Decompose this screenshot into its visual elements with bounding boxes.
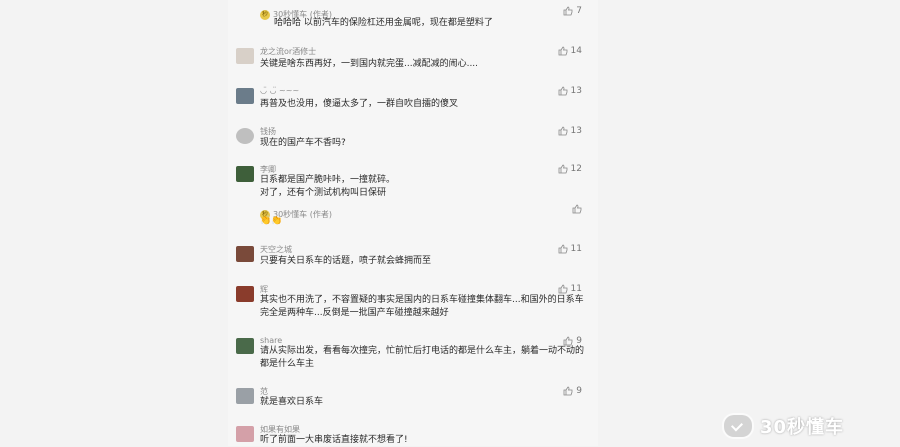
like-count: 9 (576, 386, 582, 396)
like-button[interactable]: 13 (558, 86, 582, 96)
like-button[interactable]: 13 (558, 126, 582, 136)
comment-text: 现在的国产车不香吗? (260, 138, 346, 148)
comment-author[interactable]: ◡̈ ◡̈ ~~~ (260, 86, 299, 95)
comment-author[interactable]: 天空之城 (260, 244, 292, 255)
comment-text: 其实也不用洗了，不容置疑的事实是国内的日系车碰撞集体翻车...和国外的日系车 完… (260, 295, 584, 318)
like-count: 11 (570, 284, 582, 294)
like-button[interactable]: 12 (558, 164, 582, 174)
like-count: 9 (576, 336, 582, 346)
like-count: 12 (570, 164, 582, 174)
comment-text: 就是喜欢日系车 (260, 397, 324, 407)
thumbs-up-icon (558, 126, 567, 136)
thumbs-up-icon (563, 6, 573, 16)
avatar[interactable] (236, 246, 254, 262)
thumbs-up-icon (563, 386, 573, 396)
avatar[interactable] (236, 128, 254, 144)
like-count: 13 (570, 126, 582, 136)
avatar[interactable] (236, 338, 254, 354)
like-count: 7 (576, 6, 582, 16)
thumbs-up-icon (558, 46, 567, 56)
like-button[interactable]: 11 (558, 244, 582, 254)
avatar[interactable] (236, 286, 254, 302)
reply-emoji: 👏👏 (260, 216, 283, 226)
comment-author[interactable]: 钱扬 (260, 126, 276, 137)
thumbs-up-icon (563, 336, 573, 346)
like-button[interactable]: 11 (558, 284, 582, 294)
comment-list: 秒 30秒懂车 (作者) 哈哈哈 以前汽车的保险杠还用金属呢，现在都是塑料了 7 … (228, 0, 598, 446)
wechat-check-logo-icon (722, 413, 754, 439)
avatar[interactable] (236, 426, 254, 442)
like-button[interactable]: 9 (563, 336, 582, 346)
watermark: 30秒懂车 (722, 410, 892, 442)
comment-text: 哈哈哈 以前汽车的保险杠还用金属呢，现在都是塑料了 (274, 18, 493, 28)
avatar[interactable] (236, 166, 254, 182)
reply-like-button[interactable] (572, 204, 582, 214)
thumbs-up-icon (572, 204, 582, 214)
comment-text: 关键是啥东西再好，一到国内就完蛋...减配减的闹心.... (260, 59, 479, 69)
like-button[interactable]: 9 (563, 386, 582, 396)
like-count: 13 (570, 86, 582, 96)
comment-text: 只要有关日系车的话题，喷子就会蜂拥而至 (260, 256, 432, 266)
comment-text: 听了前面一大串废话直接就不想看了! (260, 435, 408, 445)
like-count: 14 (570, 46, 582, 56)
watermark-text: 30秒懂车 (760, 417, 845, 438)
avatar[interactable] (236, 388, 254, 404)
comment-author[interactable]: share (260, 336, 282, 345)
thumbs-up-icon (558, 164, 567, 174)
like-button[interactable]: 7 (563, 6, 582, 16)
thumbs-up-icon (558, 86, 567, 96)
like-button[interactable]: 14 (558, 46, 582, 56)
like-count: 11 (570, 244, 582, 254)
comment-text: 再普及也没用，傻逼太多了，一群自吹自擂的傻叉 (260, 99, 459, 109)
comment-text: 日系都是国产脆咔咔，一撞就碎。 对了，还有个测试机构叫日保研 (260, 175, 396, 198)
thumbs-up-icon (558, 284, 567, 294)
author-badge-icon: 秒 (260, 9, 270, 20)
comment-author[interactable]: 龙之流or酒修士 (260, 46, 316, 57)
avatar[interactable] (236, 48, 254, 64)
thumbs-up-icon (558, 244, 567, 254)
comment-text: 请从实际出发，看看每次撞完，忙前忙后打电话的都是什么车主，躺着一动不动的 都是什… (260, 346, 585, 369)
avatar[interactable] (236, 88, 254, 104)
